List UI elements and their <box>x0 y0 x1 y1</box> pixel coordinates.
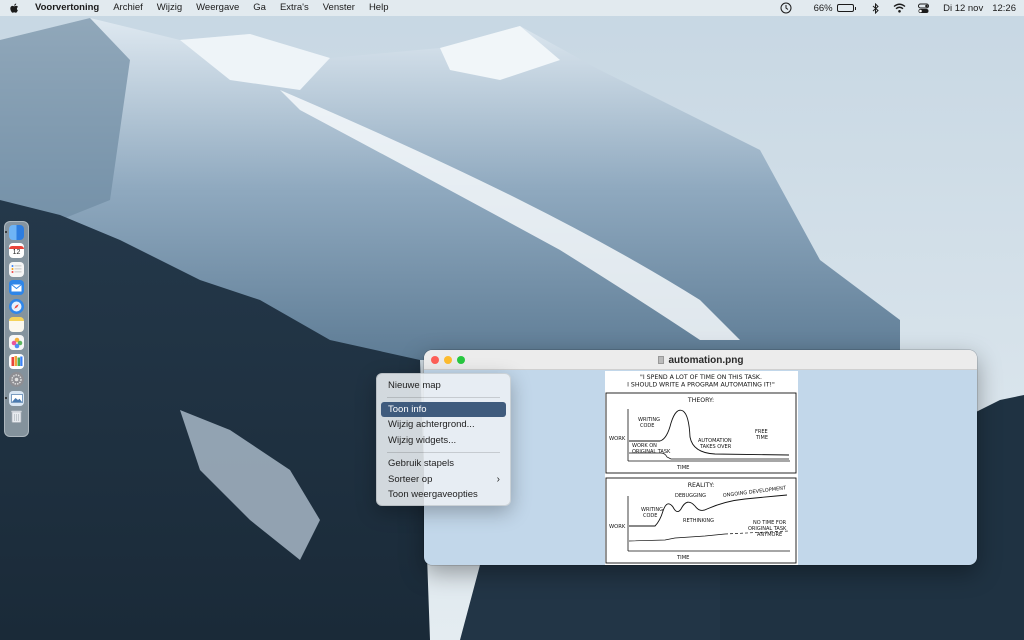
mail-icon[interactable] <box>9 280 24 296</box>
menu-item-new-folder[interactable]: Nieuwe map <box>381 378 506 394</box>
books-icon[interactable] <box>9 353 24 369</box>
menu-bar: Voorvertoning Archief Wijzig Weergave Ga… <box>0 0 1024 16</box>
reality-y-label: WORK <box>609 524 626 530</box>
comic-image: "I SPEND A LOT OF TIME ON THIS TASK. I S… <box>605 371 798 565</box>
status-area: 66% Di 12 nov 12:26 <box>769 0 1024 16</box>
chevron-right-icon: › <box>496 473 500 485</box>
window-title-area: automation.png <box>424 350 977 370</box>
reality-x-label: TIME <box>676 555 689 561</box>
reality-rethinking: RETHINKING <box>683 518 714 524</box>
menu-bar-date[interactable]: Di 12 nov <box>943 3 983 14</box>
reality-title: REALITY: <box>688 482 715 489</box>
apple-logo-icon[interactable] <box>0 2 28 14</box>
theory-work-on-2: ORIGINAL TASK <box>632 449 671 455</box>
theory-x-label: TIME <box>676 465 689 471</box>
photos-icon[interactable] <box>9 335 24 351</box>
trash-icon[interactable] <box>9 409 24 424</box>
menu-archief[interactable]: Archief <box>106 0 150 16</box>
calendar-day: 12 <box>12 248 21 256</box>
window-titlebar[interactable]: automation.png <box>424 350 977 370</box>
reality-writing-code-2: CODE <box>643 513 657 519</box>
menu-extras[interactable]: Extra's <box>273 0 316 16</box>
dock: 12 <box>4 221 29 437</box>
menu-item-view-options[interactable]: Toon weergaveopties <box>381 487 506 503</box>
menu-item-get-info[interactable]: Toon info <box>381 401 506 417</box>
menu-item-sort-by-label: Sorteer op <box>388 473 433 485</box>
preview-icon[interactable] <box>5 390 24 406</box>
comic-caption-line1: "I SPEND A LOT OF TIME ON THIS TASK. <box>640 374 762 381</box>
battery-percentage[interactable]: 66% <box>814 3 833 14</box>
reminders-icon[interactable] <box>9 261 24 277</box>
system-settings-icon[interactable] <box>9 372 24 388</box>
menu-item-sort-by[interactable]: Sorteer op › <box>381 472 506 488</box>
menu-separator <box>387 397 500 398</box>
menu-ga[interactable]: Ga <box>246 0 273 16</box>
control-center-icon[interactable] <box>918 3 930 14</box>
notes-icon[interactable] <box>9 316 24 332</box>
theory-title: THEORY: <box>687 397 714 404</box>
desktop-context-menu: Nieuwe map Toon info Wijzig achtergrond.… <box>376 373 511 506</box>
safari-icon[interactable] <box>9 298 24 314</box>
wifi-icon[interactable] <box>893 3 906 13</box>
bluetooth-icon[interactable] <box>872 2 879 14</box>
calendar-icon[interactable]: 12 <box>9 243 24 259</box>
menu-weergave[interactable]: Weergave <box>189 0 246 16</box>
screen-time-icon[interactable] <box>780 2 792 14</box>
menu-wijzig[interactable]: Wijzig <box>150 0 189 16</box>
theory-free-time-2: TIME <box>755 435 768 441</box>
menu-venster[interactable]: Venster <box>316 0 362 16</box>
menu-separator <box>387 451 500 453</box>
theory-y-label: WORK <box>609 436 626 442</box>
menu-item-change-wallpaper[interactable]: Wijzig achtergrond... <box>381 417 506 433</box>
theory-writing-code-2: CODE <box>640 423 654 429</box>
theory-automation-2: TAKES OVER <box>699 444 732 450</box>
window-title: automation.png <box>668 354 744 366</box>
menu-help[interactable]: Help <box>362 0 396 16</box>
menu-item-use-stacks[interactable]: Gebruik stapels <box>381 456 506 472</box>
document-icon[interactable] <box>657 356 664 364</box>
reality-no-time-3: ANYMORE <box>757 532 782 538</box>
menu-bar-time[interactable]: 12:26 <box>992 3 1016 14</box>
reality-debugging: DEBUGGING <box>675 493 706 499</box>
battery-icon[interactable] <box>836 4 857 12</box>
menu-app-name[interactable]: Voorvertoning <box>28 0 106 16</box>
comic-caption-line2: I SHOULD WRITE A PROGRAM AUTOMATING IT!" <box>627 382 775 389</box>
menu-item-edit-widgets[interactable]: Wijzig widgets... <box>381 433 506 449</box>
finder-icon[interactable] <box>5 225 24 240</box>
